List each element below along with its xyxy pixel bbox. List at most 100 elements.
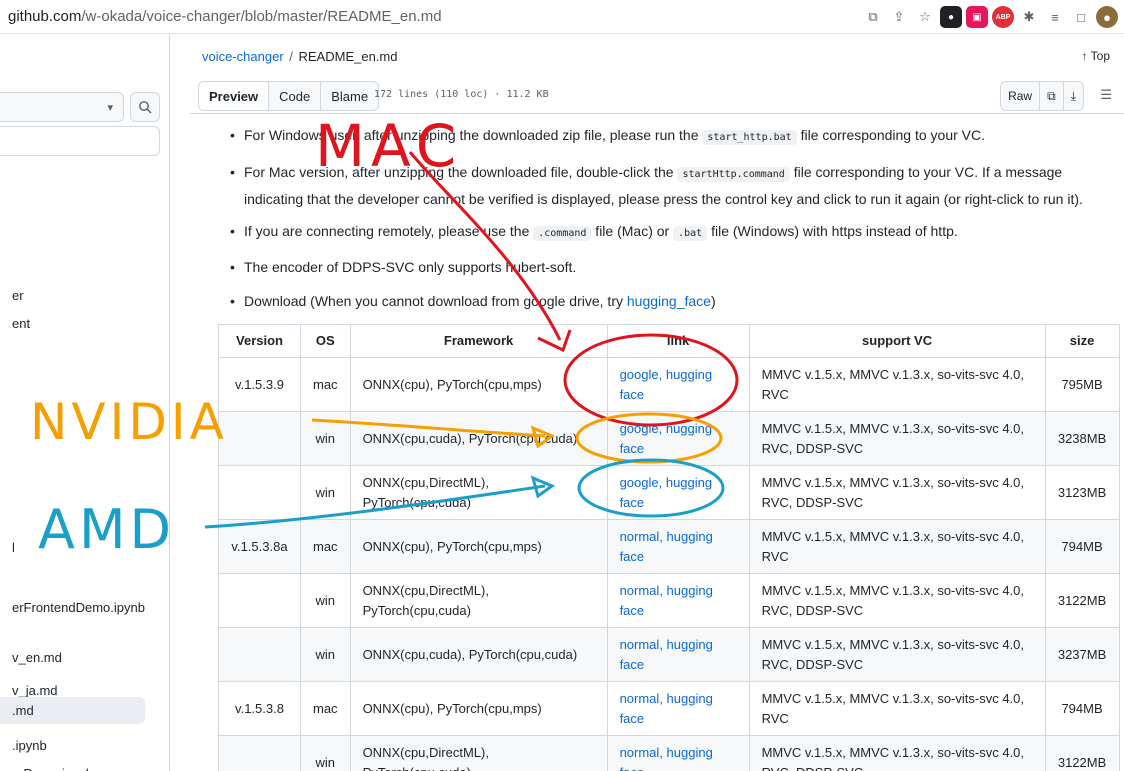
adblock-icon[interactable]: ABP (992, 6, 1014, 28)
list-item: If you are connecting remotely, please u… (230, 219, 958, 246)
profile-avatar[interactable]: ● (1096, 6, 1118, 28)
table-row: v.1.5.3.9 mac ONNX(cpu), PyTorch(cpu,mps) g… (218, 357, 1120, 412)
sidebar-item[interactable]: l (12, 540, 15, 555)
sidebar-item[interactable]: erFrontendDemo.ipynb (12, 600, 145, 615)
file-toolbar: Preview Code Blame 172 lines (110 loc) ·… (190, 78, 1124, 114)
table-cell-framework: ONNX(cpu,DirectML), PyTorch(cpu,cuda) (349, 573, 608, 628)
breadcrumb-file: README_en.md (298, 49, 398, 64)
table-cell-link: google, hugging face (606, 411, 750, 466)
sidebar-item[interactable]: ent (12, 316, 30, 331)
table-cell-framework: ONNX(cpu), PyTorch(cpu,mps) (349, 681, 608, 736)
page: github.com/w-okada/voice-changer/blob/ma… (0, 0, 1124, 771)
table-cell-os: mac (300, 681, 351, 736)
table-cell-size: 3122MB (1044, 735, 1120, 771)
extensions-puzzle-icon[interactable]: ✱ (1018, 6, 1040, 28)
table-cell-link: normal, hugging face (606, 735, 750, 771)
download-icon[interactable]: ⤓ (1064, 82, 1083, 110)
download-link[interactable]: normal (620, 691, 660, 706)
download-link[interactable]: normal (620, 583, 660, 598)
sidebar-item[interactable]: v_ja.md (12, 683, 58, 698)
list-item-text: file corresponding to your VC. (796, 127, 986, 143)
table-cell-version (218, 411, 301, 466)
breadcrumb-separator: / (285, 49, 297, 64)
table-cell-framework: ONNX(cpu), PyTorch(cpu,mps) (349, 519, 608, 574)
download-link[interactable]: normal (620, 637, 660, 652)
table-cell-framework: ONNX(cpu,cuda), PyTorch(cpu,cuda) (349, 627, 608, 682)
sidebar-item[interactable]: .ipynb (12, 738, 47, 753)
hugging-face-link[interactable]: hugging_face (627, 293, 711, 309)
download-link[interactable]: normal (620, 529, 660, 544)
sidebar-item[interactable]: erDemo.ipynb (12, 766, 93, 771)
table-cell-link: normal, hugging face (606, 519, 750, 574)
list-item-text: For Windows user, after unzipping the do… (244, 127, 703, 143)
list-item-text: If you are connecting remotely, please u… (244, 223, 534, 239)
breadcrumb: voice-changer / README_en.md (202, 49, 397, 64)
side-panel-icon[interactable]: □ (1070, 6, 1092, 28)
tab-preview[interactable]: Preview (199, 82, 270, 110)
table-row: winONNX(cpu,DirectML), PyTorch(cpu,cuda)… (218, 573, 1120, 628)
table-cell-version (218, 573, 301, 628)
list-item-text: Download (When you cannot download from … (244, 293, 627, 309)
inline-code: .bat (673, 226, 708, 241)
bookmark-star-icon[interactable]: ☆ (914, 6, 936, 28)
inline-code: start_http.bat (702, 130, 797, 145)
address-bar[interactable]: github.com/w-okada/voice-changer/blob/ma… (8, 8, 442, 25)
column-header: size (1044, 324, 1120, 358)
download-link[interactable]: normal (620, 745, 660, 760)
tab-code[interactable]: Code (269, 82, 322, 110)
table-cell-support: MMVC v.1.5.x, MMVC v.1.3.x, so-vits-svc … (748, 465, 1046, 520)
link-separator: , (659, 636, 667, 652)
table-cell-support: MMVC v.1.5.x, MMVC v.1.3.x, so-vits-svc … (748, 735, 1046, 771)
table-cell-size: 3123MB (1044, 465, 1120, 520)
link-separator: , (658, 474, 666, 490)
table-cell-support: MMVC v.1.5.x, MMVC v.1.3.x, so-vits-svc … (748, 411, 1046, 466)
download-table: Version OS Framework link support VC siz… (218, 324, 1120, 771)
branch-selector[interactable]: ▾ (0, 92, 124, 122)
list-item-text: file (Mac) or (591, 223, 674, 239)
extension-icon[interactable]: ▣ (966, 6, 988, 28)
tab-blame[interactable]: Blame (321, 82, 378, 110)
url-host: github.com (8, 8, 82, 25)
raw-actions: Raw ⧉ ⤓ (1000, 81, 1084, 111)
copy-icon[interactable]: ⧉ (1040, 82, 1064, 110)
table-cell-support: MMVC v.1.5.x, MMVC v.1.3.x, so-vits-svc … (748, 519, 1046, 574)
browser-toolbar: github.com/w-okada/voice-changer/blob/ma… (0, 0, 1124, 34)
sidebar-item[interactable]: v_en.md (12, 650, 62, 665)
download-link[interactable]: google (620, 367, 659, 382)
table-cell-size: 794MB (1044, 681, 1120, 736)
outline-list-icon[interactable]: ☰ (1100, 87, 1112, 103)
link-separator: , (659, 744, 667, 760)
table-cell-framework: ONNX(cpu,DirectML), PyTorch(cpu,cuda) (349, 735, 608, 771)
table-cell-os: win (300, 627, 351, 682)
column-header: Framework (349, 324, 608, 358)
inline-code: .command (533, 226, 592, 241)
list-item-text: The encoder of DDPS-SVC only supports hu… (244, 259, 577, 275)
table-row: win ONNX(cpu,cuda), PyTorch(cpu,cuda) goog… (218, 411, 1120, 466)
table-cell-support: MMVC v.1.5.x, MMVC v.1.3.x, so-vits-svc … (748, 627, 1046, 682)
extension-icon[interactable]: ● (940, 6, 962, 28)
link-separator: , (659, 582, 667, 598)
table-cell-framework: ONNX(cpu,cuda), PyTorch(cpu,cuda) (349, 411, 608, 466)
raw-button[interactable]: Raw (1001, 82, 1041, 110)
download-link[interactable]: google (620, 421, 659, 436)
table-cell-version (218, 627, 301, 682)
table-cell-link: normal, hugging face (606, 573, 750, 628)
screenshot-icon[interactable]: ⧉ (862, 6, 884, 28)
link-separator: , (658, 420, 666, 436)
column-header: OS (300, 324, 351, 358)
file-filter-input[interactable] (0, 126, 160, 156)
search-button[interactable] (130, 92, 160, 122)
table-cell-version (218, 735, 301, 771)
breadcrumb-repo-link[interactable]: voice-changer (202, 49, 284, 64)
view-mode-tabs: Preview Code Blame (198, 81, 380, 111)
download-link[interactable]: google (620, 475, 659, 490)
reading-list-icon[interactable]: ≡ (1044, 6, 1066, 28)
table-cell-os: win (300, 735, 351, 771)
sidebar-item[interactable]: er (12, 288, 24, 303)
share-icon[interactable]: ⇪ (888, 6, 910, 28)
list-item-text: For Mac version, after unzipping the dow… (244, 164, 678, 180)
sidebar-item[interactable]: .md (0, 697, 145, 724)
top-button[interactable]: ↑ Top (1082, 49, 1110, 63)
table-row: v.1.5.3.8a mac ONNX(cpu), PyTorch(cpu,mps)… (218, 519, 1120, 574)
table-row: win ONNX(cpu,cuda), PyTorch(cpu,cuda) norm… (218, 627, 1120, 682)
